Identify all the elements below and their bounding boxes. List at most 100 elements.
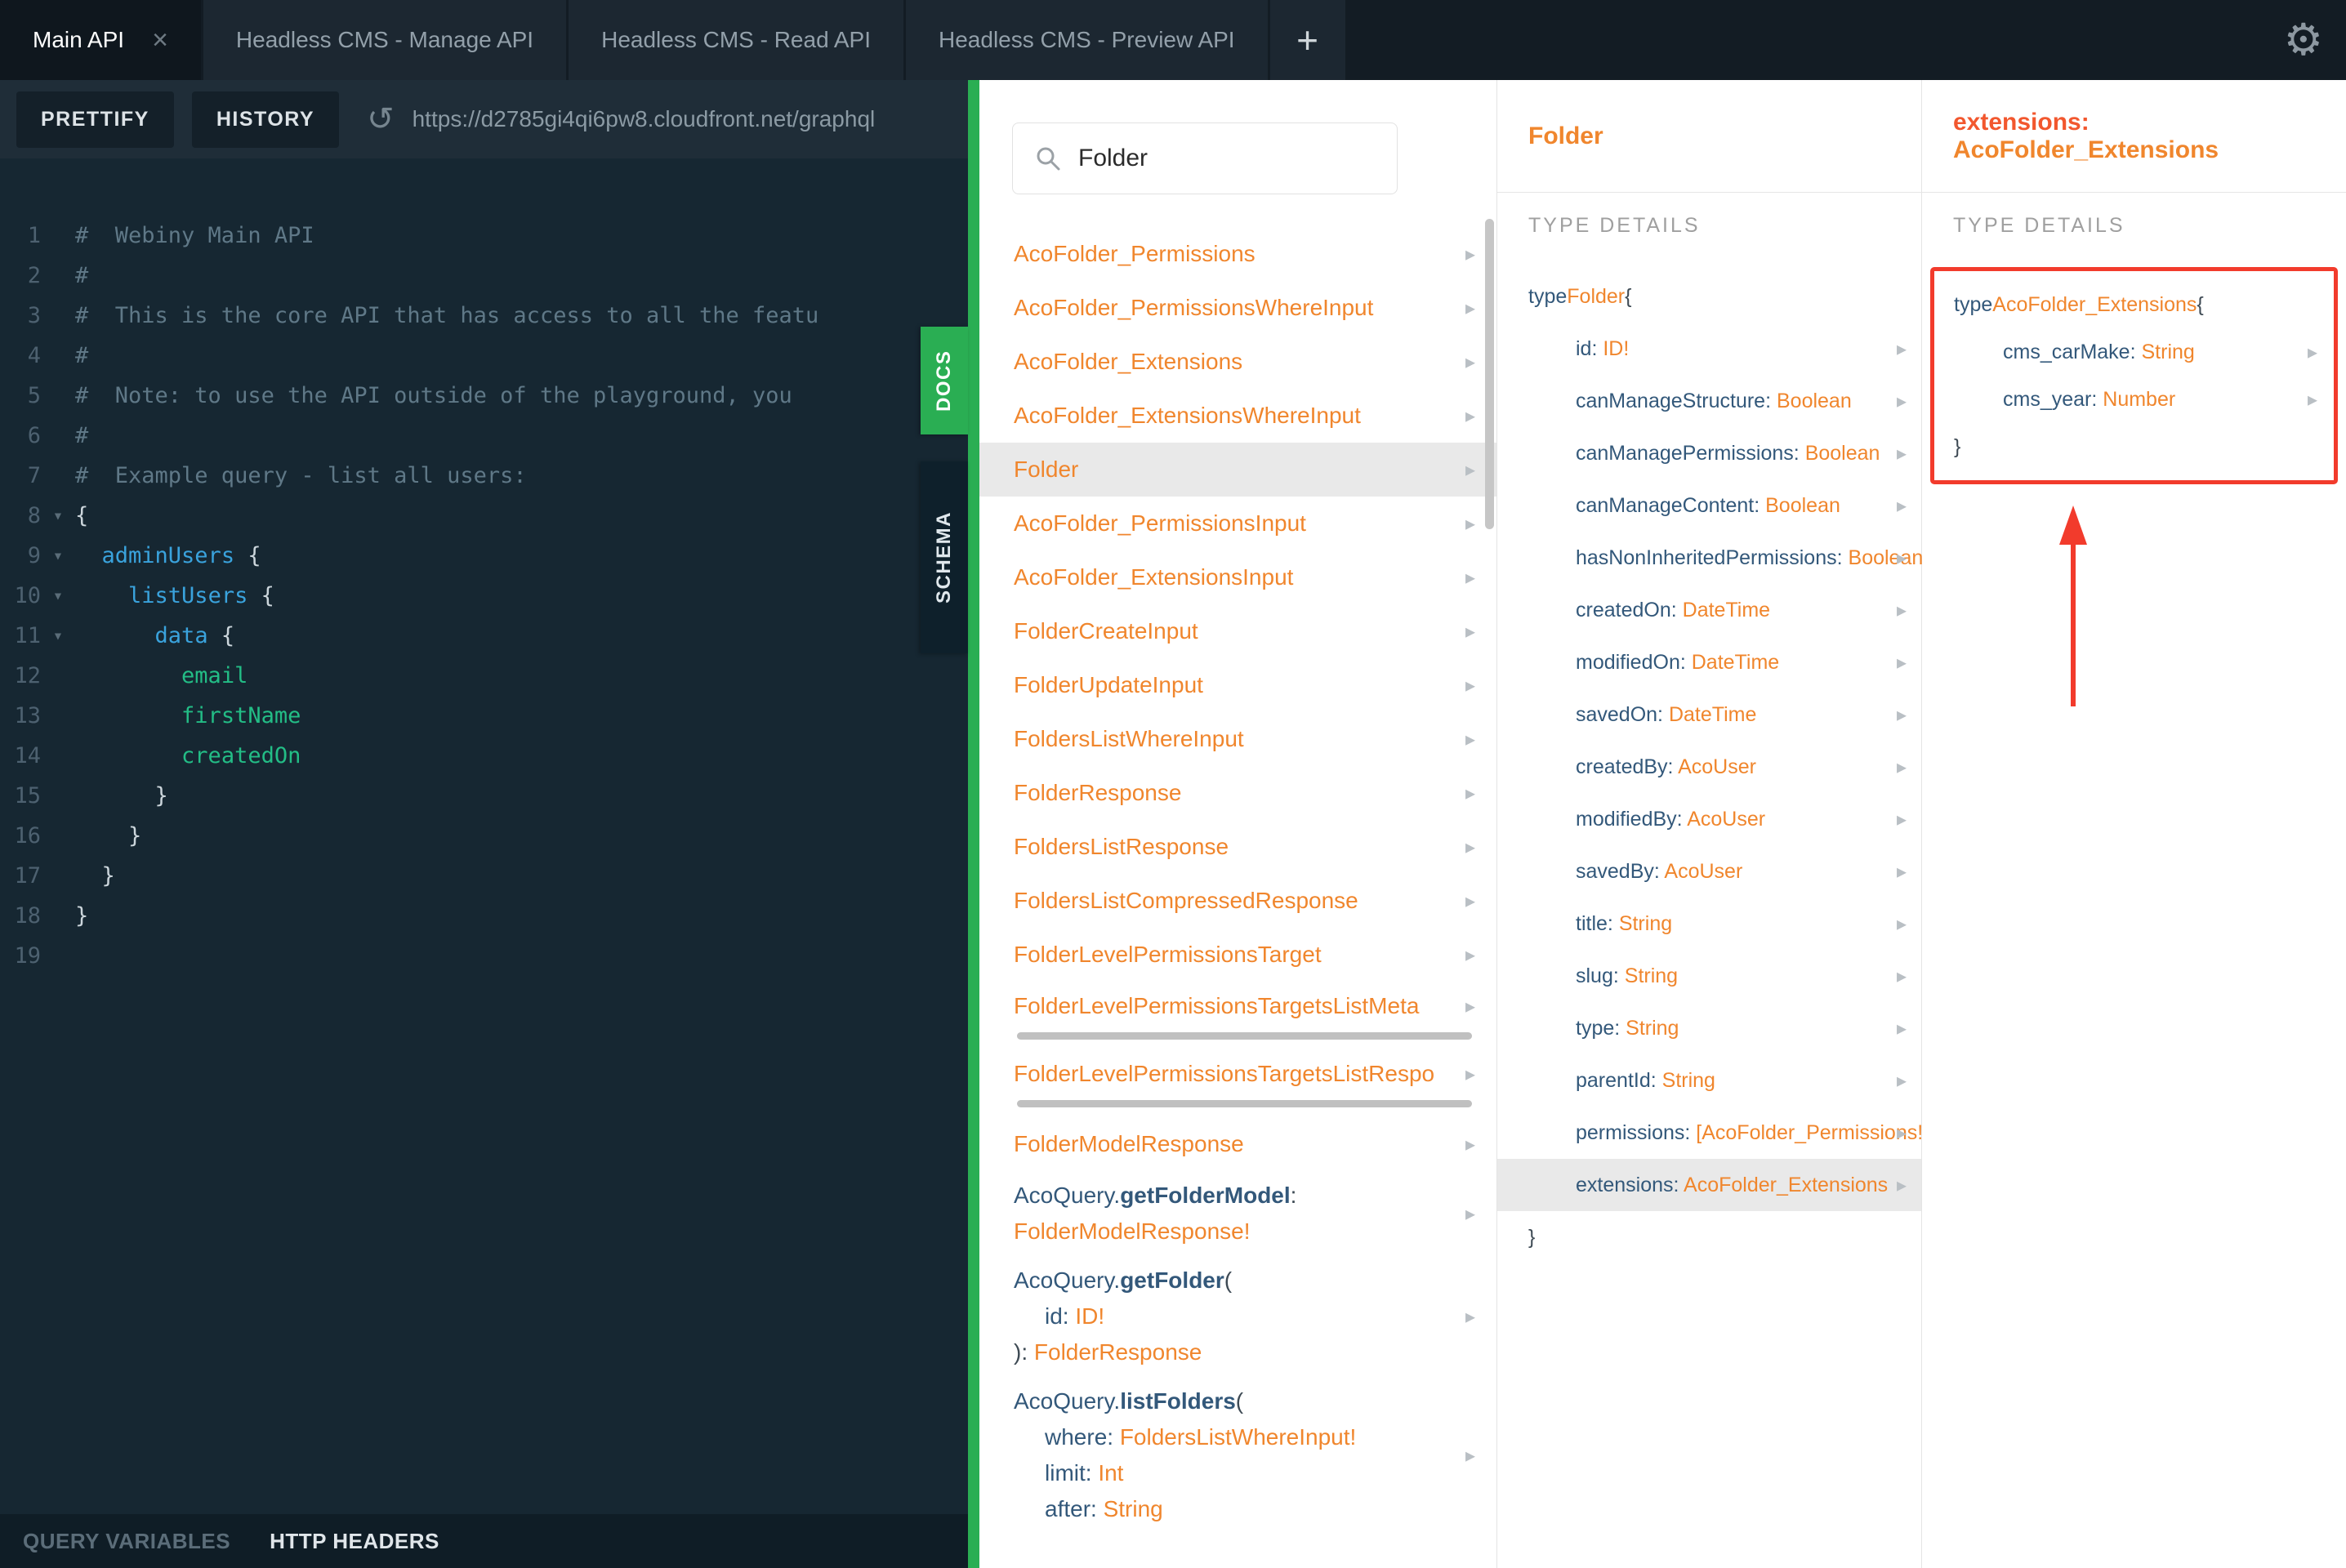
field-row[interactable]: type: String ▸ bbox=[1497, 1002, 1921, 1054]
result-text: FolderLevelPermissionsTargetsListMeta bbox=[1014, 982, 1457, 1031]
history-button[interactable]: HISTORY bbox=[191, 91, 340, 148]
reload-schema-icon[interactable]: ↺ bbox=[367, 103, 395, 136]
query-editor[interactable]: 1 ▾ # Webiny Main API 2 ▾ # 3 ▾ # This i… bbox=[0, 158, 968, 1514]
chevron-right-icon: ▸ bbox=[1465, 1444, 1475, 1467]
fold-arrow-icon[interactable]: ▾ bbox=[41, 496, 75, 536]
field-row[interactable]: title: String ▸ bbox=[1497, 898, 1921, 950]
result-line: Folder bbox=[1014, 457, 1079, 482]
chevron-right-icon: ▸ bbox=[1896, 442, 1907, 465]
result-line: AcoFolder_ExtensionsWhereInput bbox=[1014, 403, 1361, 428]
search-result-item[interactable]: FolderCreateInput ▸ bbox=[979, 604, 1496, 658]
vertical-scrollbar[interactable] bbox=[1485, 219, 1494, 529]
field-text: modifiedBy: AcoUser bbox=[1576, 796, 1889, 842]
search-result-item[interactable]: Folder ▸ bbox=[979, 443, 1496, 497]
field-row[interactable]: parentId: String ▸ bbox=[1497, 1054, 1921, 1107]
query-variables-tab[interactable]: QUERY VARIABLES bbox=[23, 1529, 230, 1554]
search-result-item[interactable]: AcoFolder_PermissionsWhereInput ▸ bbox=[979, 281, 1496, 335]
editor-line: 1 ▾ # Webiny Main API bbox=[0, 216, 968, 256]
search-input[interactable] bbox=[1078, 145, 1397, 172]
result-text: AcoFolder_PermissionsWhereInput bbox=[1014, 283, 1457, 332]
search-result-item[interactable]: FolderLevelPermissionsTargetsListMeta ▸ bbox=[979, 982, 1496, 1049]
search-result-item[interactable]: FolderLevelPermissionsTarget ▸ bbox=[979, 928, 1496, 982]
fold-arrow-icon[interactable]: ▾ bbox=[41, 576, 75, 616]
horizontal-scrollbar[interactable] bbox=[1017, 1100, 1472, 1107]
field-row[interactable]: savedOn: DateTime ▸ bbox=[1497, 688, 1921, 741]
field-text: canManageStructure: Boolean bbox=[1576, 378, 1889, 424]
http-headers-tab[interactable]: HTTP HEADERS bbox=[270, 1529, 439, 1554]
field-row[interactable]: createdOn: DateTime ▸ bbox=[1497, 584, 1921, 636]
search-box[interactable] bbox=[1012, 122, 1398, 194]
endpoint-url[interactable]: https://d2785gi4qi6pw8.cloudfront.net/gr… bbox=[413, 106, 876, 132]
search-result-item[interactable]: AcoQuery.getFolderModel: FolderModelResp… bbox=[979, 1171, 1496, 1256]
result-text: AcoQuery.getFolder( id: ID! ): FolderRes… bbox=[1014, 1256, 1457, 1377]
add-tab-button[interactable]: + bbox=[1269, 0, 1345, 80]
horizontal-scrollbar[interactable] bbox=[1017, 1032, 1472, 1040]
api-tab[interactable]: Headless CMS - Preview API × bbox=[906, 0, 1268, 80]
schema-tab[interactable]: SCHEMA bbox=[921, 461, 968, 653]
result-text: AcoFolder_Extensions bbox=[1014, 337, 1457, 386]
search-result-item[interactable]: AcoFolder_ExtensionsWhereInput ▸ bbox=[979, 389, 1496, 443]
search-result-item[interactable]: AcoQuery.listFolders( where: FoldersList… bbox=[979, 1377, 1496, 1534]
field-row[interactable]: permissions: [AcoFolder_Permissions!] ▸ bbox=[1497, 1107, 1929, 1159]
code-text: } bbox=[75, 783, 168, 808]
field-row[interactable]: hasNonInheritedPermissions: Boolean ▸ bbox=[1497, 532, 1923, 584]
search-result-item[interactable]: FoldersListCompressedResponse ▸ bbox=[979, 874, 1496, 928]
api-tab[interactable]: Main API × bbox=[0, 0, 201, 80]
field-row[interactable]: canManagePermissions: Boolean ▸ bbox=[1497, 427, 1921, 479]
search-result-item[interactable]: FoldersListWhereInput ▸ bbox=[979, 712, 1496, 766]
chevron-right-icon: ▸ bbox=[1465, 943, 1475, 966]
line-number: 2 bbox=[27, 263, 41, 288]
field-row[interactable]: extensions: AcoFolder_Extensions ▸ bbox=[1497, 1159, 1921, 1211]
docs-tab[interactable]: DOCS bbox=[921, 327, 968, 434]
field-row[interactable]: canManageStructure: Boolean ▸ bbox=[1497, 375, 1921, 427]
search-result-item[interactable]: FoldersListResponse ▸ bbox=[979, 820, 1496, 874]
prettify-button[interactable]: PRETTIFY bbox=[16, 91, 174, 148]
chevron-right-icon: ▸ bbox=[1465, 512, 1475, 535]
api-tab[interactable]: Headless CMS - Read API × bbox=[569, 0, 904, 80]
code-text: # bbox=[75, 423, 89, 448]
fold-arrow-icon[interactable]: ▾ bbox=[41, 536, 75, 576]
field-row[interactable]: cms_year: Number ▸ bbox=[1934, 376, 2334, 423]
search-result-item[interactable]: FolderLevelPermissionsTargetsListRespo ▸ bbox=[979, 1049, 1496, 1117]
field-row[interactable]: slug: String ▸ bbox=[1497, 950, 1921, 1002]
line-number: 4 bbox=[27, 343, 41, 368]
result-text: FoldersListWhereInput bbox=[1014, 715, 1457, 764]
close-icon[interactable]: × bbox=[152, 26, 168, 54]
search-result-item[interactable]: FolderUpdateInput ▸ bbox=[979, 658, 1496, 712]
field-row[interactable]: createdBy: AcoUser ▸ bbox=[1497, 741, 1921, 793]
field-type: Boolean bbox=[1804, 442, 1880, 465]
chevron-right-icon: ▸ bbox=[1896, 860, 1907, 883]
editor-line: 11 ▾ data { bbox=[0, 616, 968, 656]
search-result-item[interactable]: AcoQuery.getFolder( id: ID! ): FolderRes… bbox=[979, 1256, 1496, 1377]
field-row[interactable]: savedBy: AcoUser ▸ bbox=[1497, 845, 1921, 898]
search-result-item[interactable]: FolderResponse ▸ bbox=[979, 766, 1496, 820]
panel-header: Folder bbox=[1497, 80, 1921, 193]
result-line: FoldersListWhereInput bbox=[1014, 726, 1244, 751]
field-row[interactable]: id: ID! ▸ bbox=[1497, 323, 1921, 375]
settings-gear-icon[interactable]: ⚙ bbox=[2284, 18, 2323, 62]
field-row[interactable]: canManageContent: Boolean ▸ bbox=[1497, 479, 1921, 532]
search-result-item[interactable]: FolderModelResponse ▸ bbox=[979, 1117, 1496, 1171]
chevron-right-icon: ▸ bbox=[1465, 1133, 1475, 1156]
field-row[interactable]: modifiedBy: AcoUser ▸ bbox=[1497, 793, 1921, 845]
editor-line: 9 ▾ adminUsers { bbox=[0, 536, 968, 576]
search-result-item[interactable]: AcoFolder_PermissionsInput ▸ bbox=[979, 497, 1496, 550]
field-name: savedBy: bbox=[1576, 860, 1660, 883]
field-row[interactable]: modifiedOn: DateTime ▸ bbox=[1497, 636, 1921, 688]
code-text: } bbox=[75, 903, 89, 929]
search-result-item[interactable]: AcoFolder_Extensions ▸ bbox=[979, 335, 1496, 389]
editor-line: 10 ▾ listUsers { bbox=[0, 576, 968, 616]
search-result-item[interactable]: AcoFolder_Permissions ▸ bbox=[979, 227, 1496, 281]
field-name: id: bbox=[1576, 337, 1598, 360]
chevron-right-icon: ▸ bbox=[1896, 964, 1907, 987]
result-text: AcoFolder_ExtensionsWhereInput bbox=[1014, 391, 1457, 440]
api-tab[interactable]: Headless CMS - Manage API × bbox=[203, 0, 567, 80]
tab-label: Headless CMS - Read API bbox=[601, 27, 872, 52]
field-row[interactable]: cms_carMake: String ▸ bbox=[1934, 328, 2334, 376]
fold-arrow-icon[interactable]: ▾ bbox=[41, 616, 75, 656]
chevron-right-icon: ▸ bbox=[1465, 782, 1475, 804]
chevron-right-icon: ▸ bbox=[1465, 889, 1475, 912]
chevron-right-icon: ▸ bbox=[1896, 494, 1907, 517]
docs-divider[interactable] bbox=[968, 80, 979, 1568]
search-result-item[interactable]: AcoFolder_ExtensionsInput ▸ bbox=[979, 550, 1496, 604]
